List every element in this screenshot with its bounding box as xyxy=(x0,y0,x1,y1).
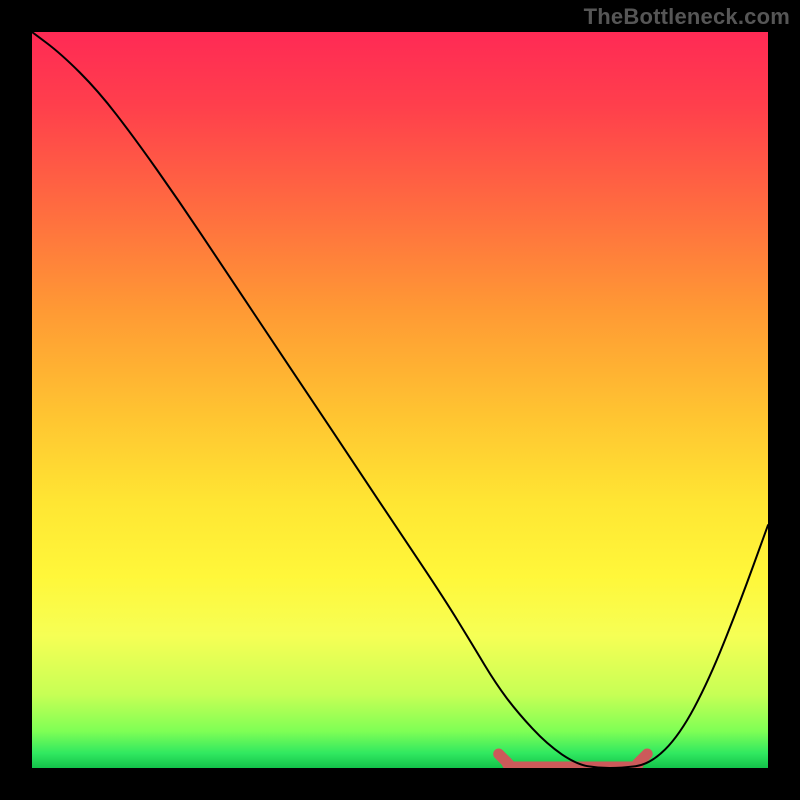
optimal-left-pad-icon xyxy=(499,754,509,764)
watermark-text: TheBottleneck.com xyxy=(584,4,790,30)
bottleneck-curve xyxy=(32,32,768,768)
chart-svg xyxy=(32,32,768,768)
chart-frame: TheBottleneck.com xyxy=(0,0,800,800)
plot-area xyxy=(32,32,768,768)
